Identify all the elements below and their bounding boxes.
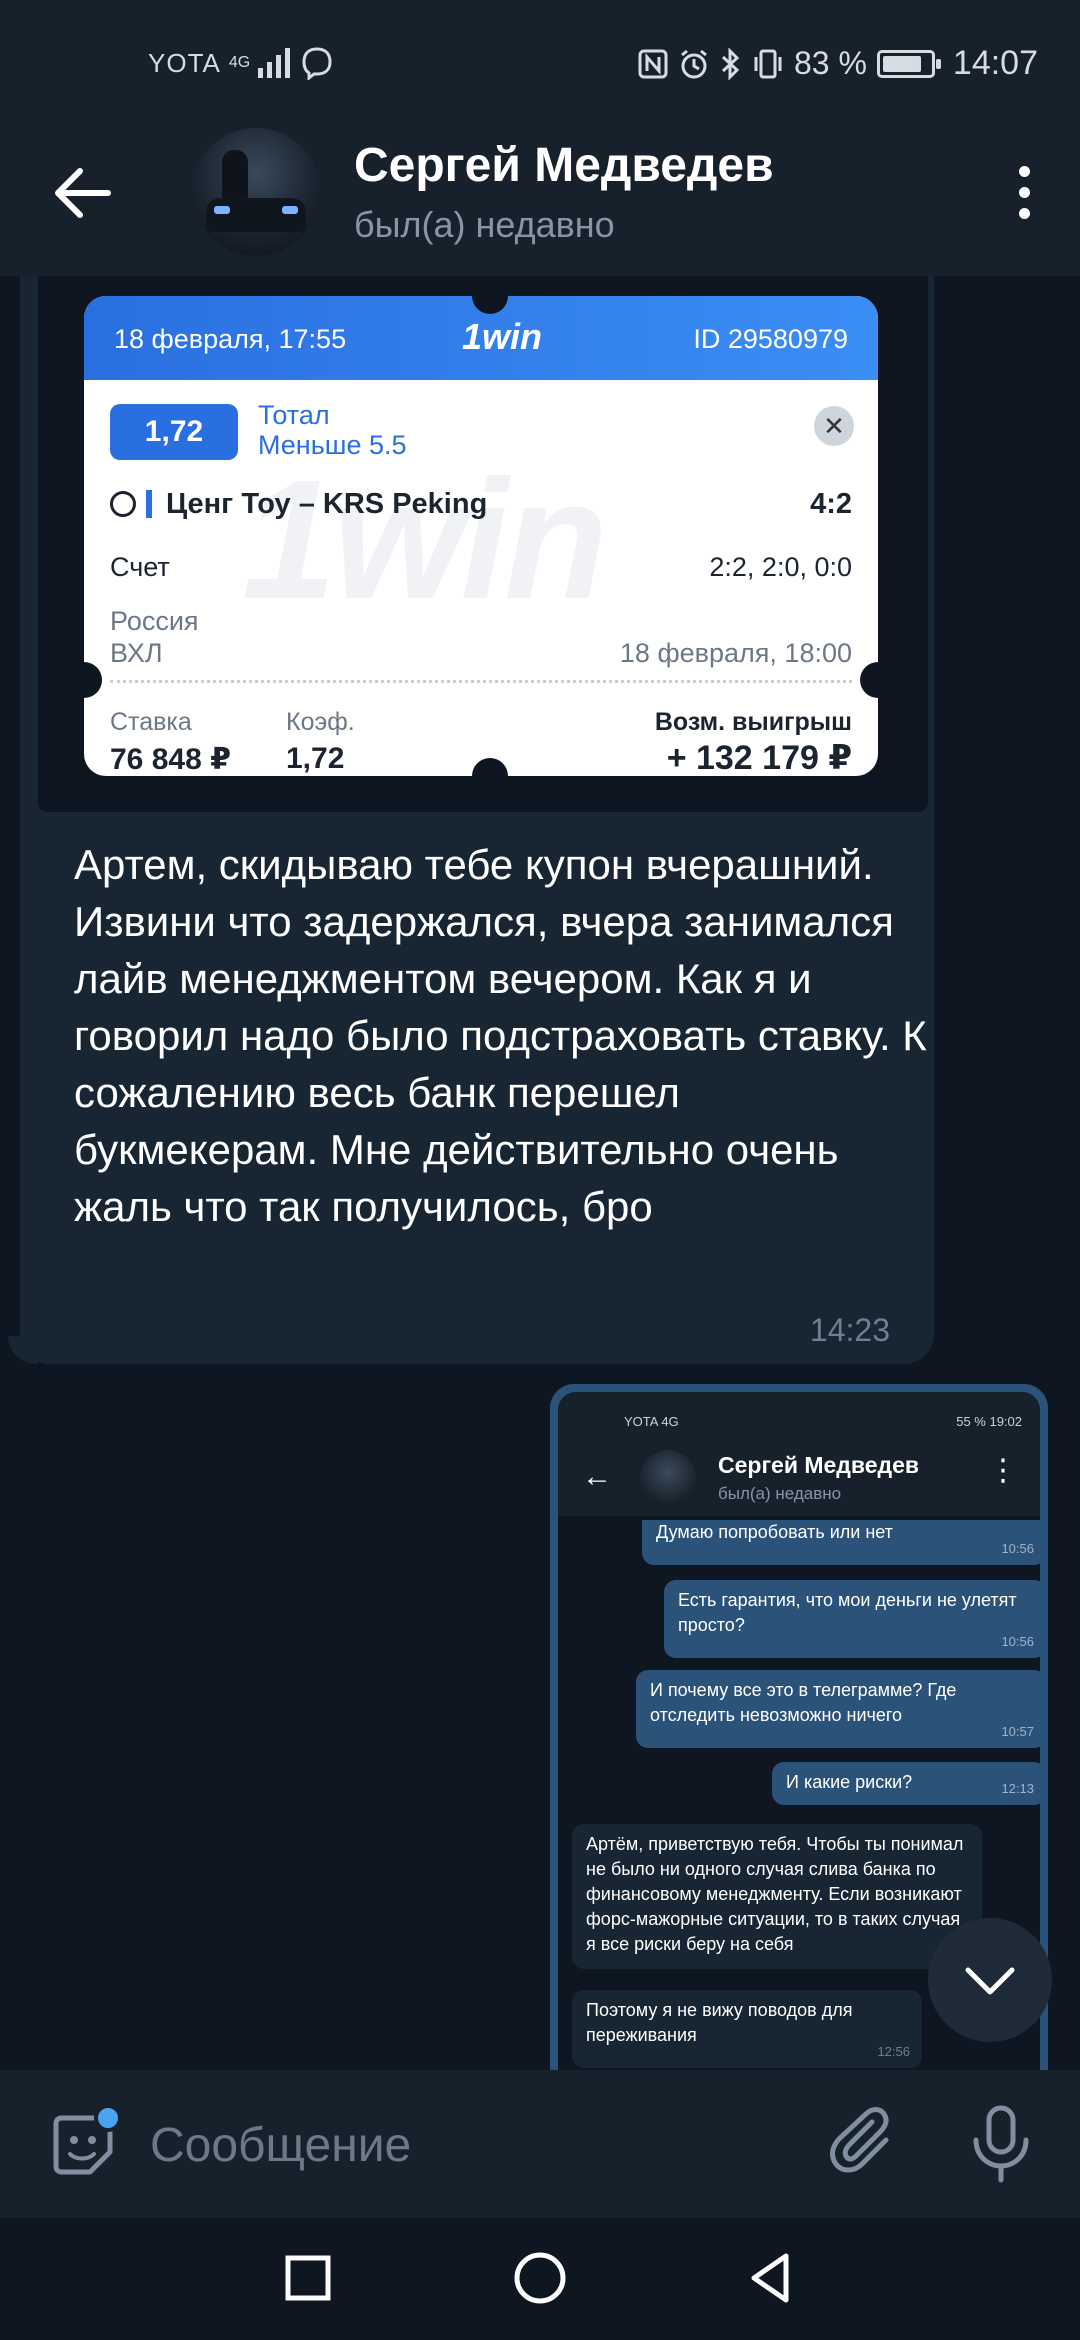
shot-contact-status: был(а) недавно: [718, 1484, 842, 1503]
shot-message: Поэтому я не вижу поводов для переживани…: [572, 1990, 922, 2068]
bet-type-line1: Тотал: [258, 400, 330, 430]
hockey-puck-icon: [110, 491, 136, 517]
coef-label: Коэф.: [286, 708, 355, 736]
bet-type: Тотал Меньше 5.5: [258, 400, 407, 460]
system-nav-bar: [0, 2218, 1080, 2340]
coupon-labels: Ставка Коэф. Возм. выигрыш: [110, 708, 852, 737]
brand-logo: 1win: [462, 316, 543, 357]
shot-contact-name: Сергей Медведев: [718, 1452, 920, 1478]
message-input[interactable]: [150, 2110, 790, 2180]
status-right: 83 % 14:07: [638, 44, 1038, 83]
shot-message: Артём, приветствую тебя. Чтобы ты понима…: [572, 1824, 982, 1969]
shot-message: И какие риски? 12:13: [772, 1762, 1040, 1805]
coupon-values: 76 848 ₽ 1,72 + 132 179 ₽: [110, 739, 852, 776]
shot-status-right: 55 % 19:02: [956, 1414, 1022, 1429]
coef-value: 1,72: [286, 742, 345, 775]
period-scores: 2:2, 2:0, 0:0: [709, 552, 852, 582]
shot-avatar: [640, 1450, 696, 1506]
nav-back-icon[interactable]: [740, 2248, 800, 2308]
carrier-label: YOTA: [148, 47, 221, 78]
nav-recents-icon[interactable]: [278, 2248, 338, 2308]
close-icon: ✕: [814, 406, 854, 446]
signal-icon: [258, 48, 291, 78]
coupon-divider: [110, 680, 852, 683]
menu-dots-icon[interactable]: [1012, 166, 1036, 226]
alarm-icon: [681, 49, 707, 78]
chevron-down-icon: [965, 1967, 1015, 1995]
clock: 14:07: [952, 44, 1038, 82]
message-input-bar: [0, 2070, 1080, 2218]
notification-dot: [94, 2104, 122, 2132]
shot-status-left: YOTA 4G: [624, 1414, 679, 1429]
country-row: Россия: [110, 606, 852, 637]
coupon-image[interactable]: 18 февраля, 17:55 1win ID 29580979 1win …: [38, 276, 928, 812]
match-time: 18 февраля, 18:00: [619, 638, 852, 668]
scroll-down-button[interactable]: [928, 1918, 1052, 2042]
vibrate-icon: [754, 49, 782, 78]
microphone-icon[interactable]: [966, 2104, 1036, 2184]
contact-status: был(а) недавно: [354, 204, 615, 245]
coupon-date: 18 февраля, 17:55: [114, 324, 347, 354]
paperclip-icon[interactable]: [828, 2106, 904, 2182]
viber-icon: [302, 47, 332, 80]
nfc-icon: [638, 49, 668, 78]
match-teams: Ценг Тоу – KRS Peking: [166, 488, 488, 520]
country: Россия: [110, 606, 199, 636]
contact-name[interactable]: Сергей Медведев: [354, 138, 774, 193]
odds-badge: 1,72: [110, 404, 238, 460]
score-label: Счет: [110, 552, 170, 582]
stake-label: Ставка: [110, 708, 192, 736]
match-score: 4:2: [810, 488, 852, 520]
shot-back-arrow-icon: ←: [582, 1460, 612, 1493]
network-label: 4G: [228, 54, 251, 71]
message-text: Артем, скидываю тебе купон вчерашний. Из…: [74, 841, 927, 1230]
bluetooth-icon: [721, 47, 740, 80]
chat-area[interactable]: 18 февраля, 17:55 1win ID 29580979 1win …: [0, 276, 1080, 2070]
shot-menu-dots-icon: ⋮: [988, 1454, 1018, 1487]
bet-type-line2: Меньше 5.5: [258, 430, 407, 460]
battery-fill: [882, 55, 922, 72]
payout-label: Возм. выигрыш: [654, 708, 852, 736]
back-arrow-icon[interactable]: [50, 160, 116, 226]
stake-value: 76 848 ₽: [110, 743, 231, 776]
league-row: ВХЛ 18 февраля, 18:00: [110, 638, 852, 669]
shot-message: Думаю попробовать или нет 10:56: [642, 1520, 1040, 1565]
battery-icon: [876, 49, 941, 78]
match-row: Ценг Тоу – KRS Peking 4:2: [110, 488, 852, 521]
incoming-message[interactable]: 18 февраля, 17:55 1win ID 29580979 1win …: [20, 276, 934, 1364]
chat-header: Сергей Медведев был(а) недавно: [0, 108, 1080, 276]
payout-value: + 132 179 ₽: [666, 739, 852, 776]
nav-home-icon[interactable]: [510, 2248, 570, 2308]
avatar[interactable]: [192, 128, 320, 256]
coupon-id: ID 29580979: [693, 324, 848, 354]
battery-percent: 83 %: [793, 45, 867, 81]
status-left: YOTA 4G: [148, 46, 334, 80]
message-time: 14:23: [809, 1312, 890, 1348]
status-bar: YOTA 4G 83 % 14:07: [0, 0, 1080, 108]
shot-message: Есть гарантия, что мои деньги не улетят …: [664, 1580, 1040, 1658]
shot-message: И почему все это в телеграмме? Где отсле…: [636, 1670, 1040, 1748]
shot-header: ← Сергей Медведев был(а) недавно ⋮: [558, 1438, 1040, 1516]
shot-status-bar: YOTA 4G 55 % 19:02: [558, 1392, 1040, 1438]
league: ВХЛ: [110, 638, 163, 668]
bet-coupon: 18 февраля, 17:55 1win ID 29580979 1win …: [84, 296, 878, 776]
score-row: Счет 2:2, 2:0, 0:0: [110, 552, 852, 583]
